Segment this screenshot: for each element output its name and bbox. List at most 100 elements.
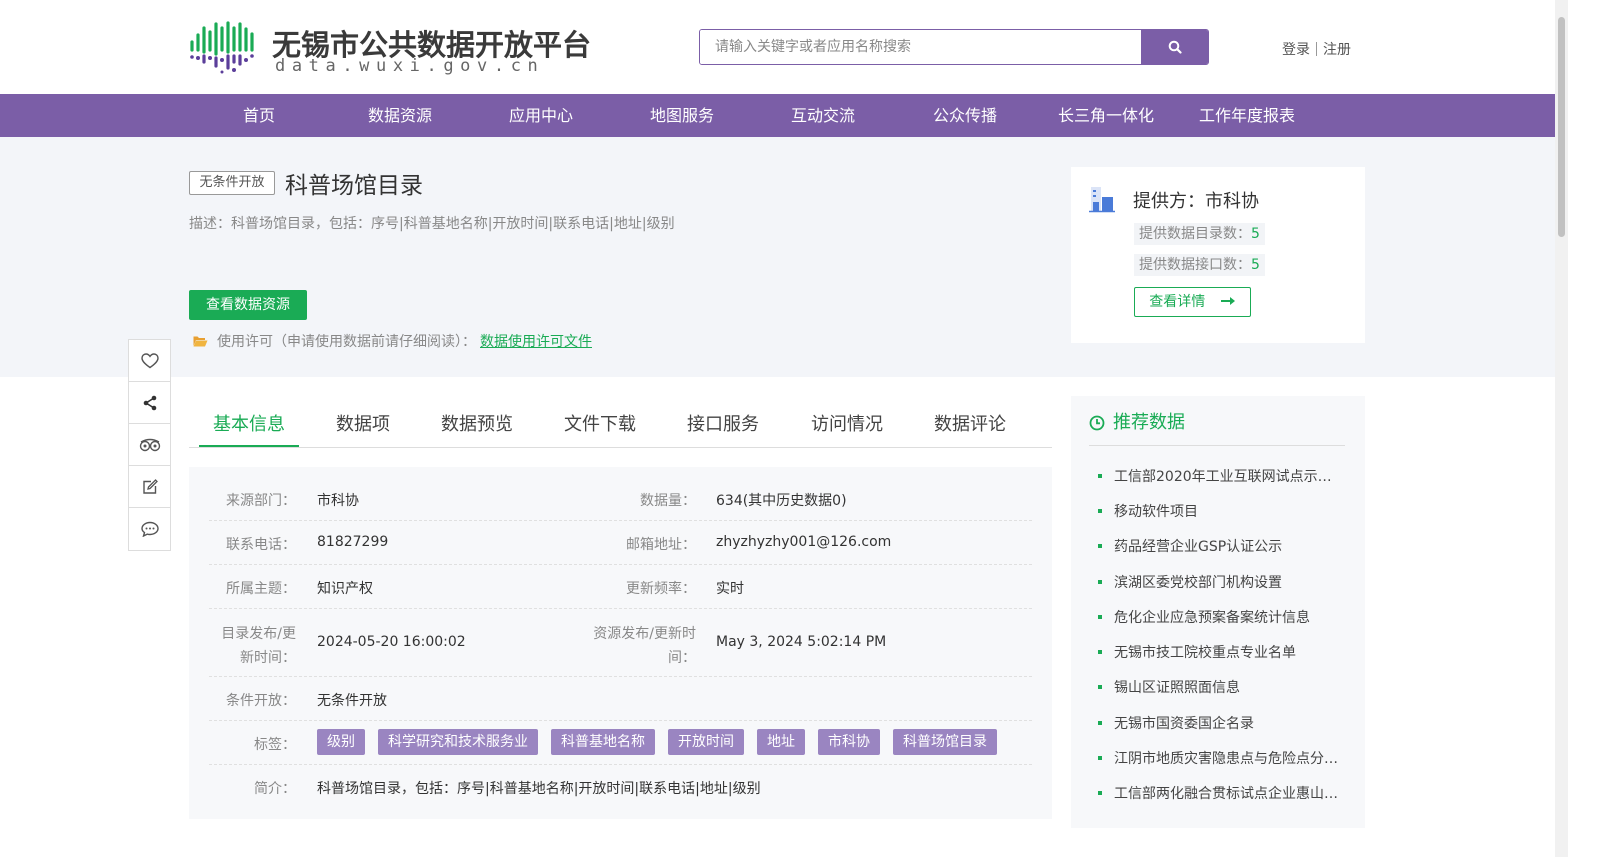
tab-data-preview[interactable]: 数据预览	[427, 406, 527, 447]
tag-item[interactable]: 地址	[757, 729, 805, 755]
theme-label: 所属主题：	[226, 581, 296, 597]
catalog-time-label-line2: 新时间：	[240, 650, 296, 666]
bullet	[1098, 685, 1102, 690]
search-box	[699, 29, 1209, 65]
tag-item[interactable]: 科学研究和技术服务业	[378, 729, 538, 755]
tab-data-items[interactable]: 数据项	[319, 406, 407, 447]
list-item[interactable]: 无锡市国资委国企名录	[1098, 705, 1348, 740]
list-item[interactable]: 药品经营企业GSP认证公示	[1098, 529, 1348, 564]
brief-label: 简介：	[254, 781, 296, 797]
license-line: 使用许可（申请使用数据前请仔细阅读）： 数据使用许可文件	[193, 331, 592, 351]
tag-item[interactable]: 科普基地名称	[551, 729, 655, 755]
dataset-description: 描述：科普场馆目录，包括：序号|科普基地名称|开放时间|联系电话|地址|级别	[189, 216, 675, 232]
tab-data-comments[interactable]: 数据评论	[920, 406, 1020, 447]
catalog-count-value: 5	[1251, 226, 1260, 242]
frequency-value: 实时	[716, 581, 744, 597]
bullet	[1098, 720, 1102, 725]
list-item[interactable]: 工信部两化融合贯标试点企业惠山区名单	[1098, 776, 1348, 811]
tag-item[interactable]: 市科协	[818, 729, 880, 755]
edit-button[interactable]	[129, 466, 170, 508]
provider-name: 提供方：市科协	[1133, 191, 1259, 212]
tab-api-service[interactable]: 接口服务	[673, 406, 773, 447]
search-input[interactable]	[700, 30, 1142, 64]
info-row-brief: 简介： 科普场馆目录，包括：序号|科普基地名称|开放时间|联系电话|地址|级别	[209, 765, 1032, 809]
list-item[interactable]: 滨湖区委党校部门机构设置	[1098, 564, 1348, 599]
tags-label: 标签：	[254, 737, 296, 753]
api-count-value: 5	[1251, 257, 1260, 273]
license-file-link[interactable]: 数据使用许可文件	[480, 331, 592, 351]
license-text: 使用许可（申请使用数据前请仔细阅读）：	[217, 334, 476, 350]
recommend-item-label: 移动软件项目	[1114, 503, 1198, 520]
tag-item[interactable]: 开放时间	[668, 729, 744, 755]
recommend-header: 推荐数据	[1089, 412, 1345, 446]
logo-icon	[190, 21, 254, 74]
condition-label: 条件开放：	[226, 693, 296, 709]
edit-icon	[142, 478, 158, 494]
list-item[interactable]: 无锡市技工院校重点专业名单	[1098, 634, 1348, 669]
volume-value: 634(其中历史数据0)	[716, 493, 847, 509]
recommend-item-label: 工信部两化融合贯标试点企业惠山区名单	[1114, 786, 1339, 803]
tag-list: 级别 科学研究和技术服务业 科普基地名称 开放时间 地址 市科协 科普场馆目录	[317, 729, 1010, 755]
bullet	[1098, 508, 1102, 513]
scrollbar-thumb[interactable]	[1558, 17, 1565, 237]
nav-item-data-resources[interactable]: 数据资源	[330, 94, 470, 137]
tag-item[interactable]: 科普场馆目录	[893, 729, 997, 755]
api-count-label: 提供数据接口数：	[1139, 257, 1251, 273]
tag-item[interactable]: 级别	[317, 729, 365, 755]
folder-open-icon	[193, 336, 208, 347]
tab-basic-info[interactable]: 基本信息	[199, 406, 299, 447]
detail-tabs: 基本信息 数据项 数据预览 文件下载 接口服务 访问情况 数据评论	[189, 406, 1052, 448]
tab-file-download[interactable]: 文件下载	[550, 406, 650, 447]
nav-item-map-service[interactable]: 地图服务	[612, 94, 752, 137]
list-item[interactable]: 江阴市地质灾害隐患点与危险点分布信息	[1098, 740, 1348, 775]
info-row-condition: 条件开放： 无条件开放	[209, 677, 1032, 721]
resource-time-label-line1: 资源发布/更新时	[593, 626, 696, 642]
volume-label: 数据量：	[640, 493, 696, 509]
link-divider	[1316, 42, 1317, 56]
building-icon	[1089, 187, 1115, 213]
bullet	[1098, 650, 1102, 655]
site-logo[interactable]: 无锡市公共数据开放平台 data.wuxi.gov.cn	[189, 18, 591, 76]
nav-item-annual-report[interactable]: 工作年度报表	[1177, 94, 1317, 137]
view-provider-detail-button[interactable]: 查看详情	[1134, 287, 1251, 317]
nav-item-interaction[interactable]: 互动交流	[753, 94, 893, 137]
recommend-item-label: 药品经营企业GSP认证公示	[1114, 539, 1283, 556]
info-row-source: 来源部门： 市科协 数据量： 634(其中历史数据0)	[209, 477, 1032, 521]
nav-item-yangtze-delta[interactable]: 长三角一体化	[1036, 94, 1176, 137]
list-item[interactable]: 锡山区证照照面信息	[1098, 670, 1348, 705]
search-button[interactable]	[1141, 30, 1208, 64]
catalog-time-label: 目录发布/更 新时间：	[221, 622, 296, 670]
nav-item-public-communication[interactable]: 公众传播	[895, 94, 1035, 137]
clock-icon	[1089, 415, 1105, 431]
logo-domain: data.wuxi.gov.cn	[275, 56, 545, 76]
tab-access-stats[interactable]: 访问情况	[797, 406, 897, 447]
nav-item-home[interactable]: 首页	[189, 94, 329, 137]
arrow-right-icon	[1220, 297, 1235, 305]
favorite-button[interactable]	[129, 340, 170, 382]
frequency-label: 更新频率：	[626, 581, 696, 597]
comment-button[interactable]	[129, 508, 170, 550]
main-nav: 首页 数据资源 应用中心 地图服务 互动交流 公众传播 长三角一体化 工作年度报…	[0, 94, 1555, 137]
recommend-item-label: 无锡市技工院校重点专业名单	[1114, 645, 1296, 662]
subscribe-button[interactable]	[129, 424, 170, 466]
phone-label: 联系电话：	[226, 537, 296, 553]
list-item[interactable]: 工信部2020年工业互联网试点示范项目	[1098, 458, 1348, 493]
list-item[interactable]: 危化企业应急预案备案统计信息	[1098, 599, 1348, 634]
view-data-resource-button[interactable]: 查看数据资源	[189, 290, 307, 320]
bullet	[1098, 756, 1102, 761]
source-value: 市科协	[317, 493, 359, 509]
info-row-times: 目录发布/更 新时间： 2024-05-20 16:00:02 资源发布/更新时…	[209, 609, 1032, 677]
recommend-item-label: 江阴市地质灾害隐患点与危险点分布信息	[1114, 751, 1339, 768]
page-scrollbar[interactable]	[1555, 0, 1568, 857]
recommend-item-label: 无锡市国资委国企名录	[1114, 715, 1254, 732]
login-link[interactable]: 登录	[1282, 39, 1310, 59]
basic-info-panel: 来源部门： 市科协 数据量： 634(其中历史数据0) 联系电话： 818272…	[189, 467, 1052, 819]
side-toolbar	[128, 339, 171, 551]
nav-item-app-center[interactable]: 应用中心	[471, 94, 611, 137]
recommend-item-label: 工信部2020年工业互联网试点示范项目	[1114, 468, 1339, 485]
share-button[interactable]	[129, 382, 170, 424]
search-icon	[1168, 40, 1182, 54]
bullet	[1098, 614, 1102, 619]
register-link[interactable]: 注册	[1323, 39, 1351, 59]
list-item[interactable]: 移动软件项目	[1098, 493, 1348, 528]
